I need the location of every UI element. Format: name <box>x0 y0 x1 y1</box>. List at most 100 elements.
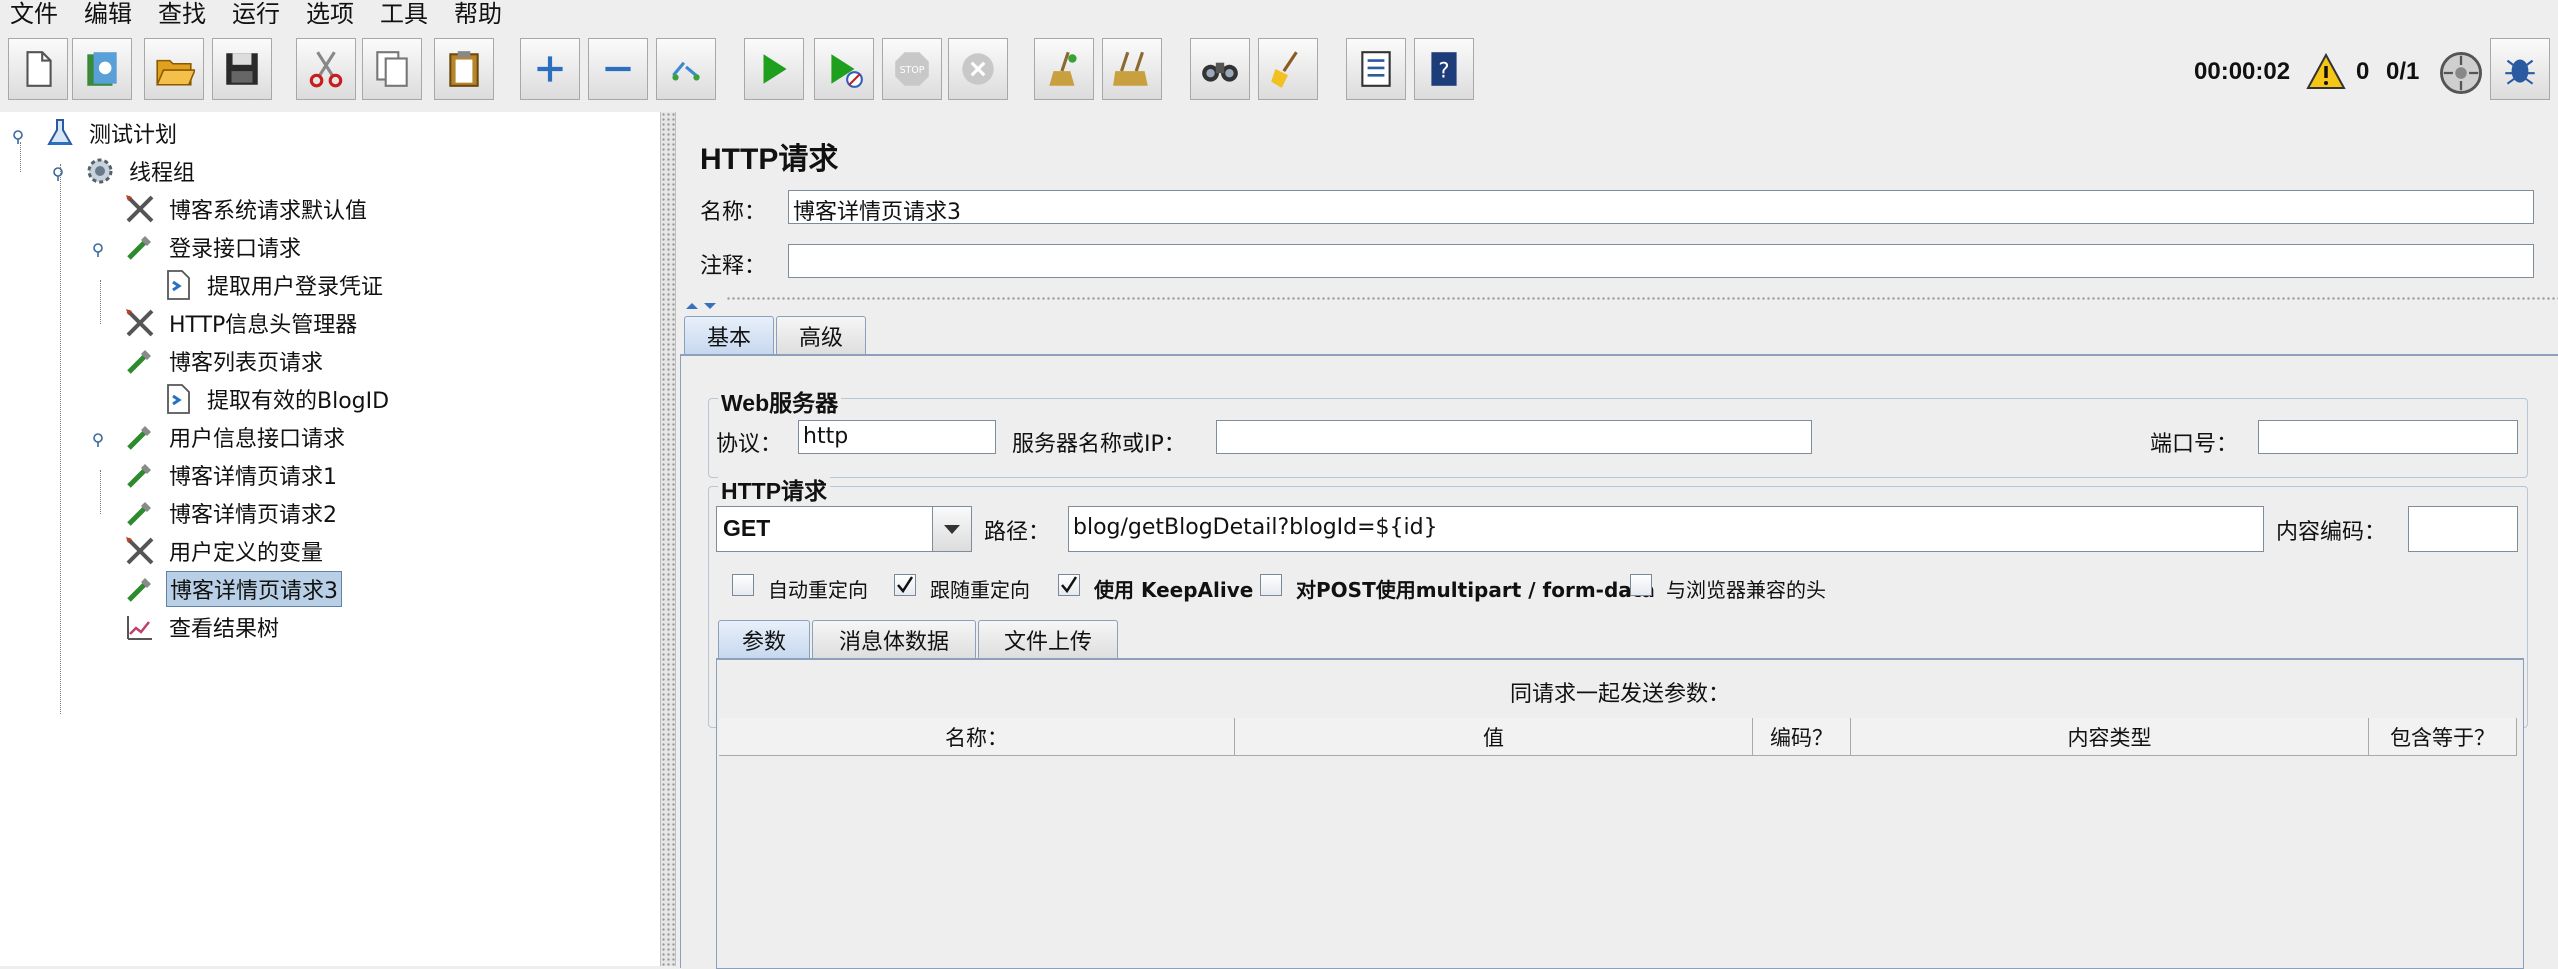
http-sampler-icon <box>122 420 158 454</box>
tree-item-label: HTTP信息头管理器 <box>169 313 358 338</box>
start-button[interactable] <box>744 38 804 100</box>
warning-icon[interactable] <box>2306 52 2346 92</box>
open-icon <box>156 59 195 86</box>
start-no-pause-button[interactable] <box>814 38 874 100</box>
open-button[interactable] <box>144 38 204 100</box>
tree-expander[interactable] <box>93 238 107 257</box>
tree-item-label: 登录接口请求 <box>169 237 302 262</box>
tree-item-header-manager[interactable]: HTTP信息头管理器 <box>122 306 360 340</box>
tree-expander[interactable] <box>53 162 67 181</box>
tree-item-test-plan[interactable]: 测试计划 <box>42 116 180 150</box>
tree-expander[interactable] <box>13 125 27 144</box>
copy-icon <box>376 51 408 87</box>
auto-redirect-label: 自动重定向 <box>768 578 868 602</box>
follow-redirect-checkbox[interactable] <box>894 574 916 596</box>
tree-item-label-selected: 博客详情页请求3 <box>166 571 342 607</box>
params-caption: 同请求一起发送参数： <box>1509 682 1730 707</box>
tree-item-login-request[interactable]: 登录接口请求 <box>122 230 304 264</box>
toggle-button[interactable] <box>656 38 716 100</box>
port-label: 端口号： <box>2150 432 2239 457</box>
tab-advanced[interactable]: 高级 <box>776 316 866 354</box>
column-header-name[interactable]: 名称： <box>719 718 1235 756</box>
tree-item-label: 博客详情页请求2 <box>169 503 337 528</box>
tree-item-user-info-request[interactable]: 用户信息接口请求 <box>122 420 348 454</box>
tree-item-extract-credential[interactable]: 提取用户登录凭证 <box>160 268 386 302</box>
tree-item-label: 提取有效的BlogID <box>207 389 390 414</box>
tree-item-user-variables[interactable]: 用户定义的变量 <box>122 534 326 568</box>
save-button[interactable] <box>212 38 272 100</box>
reset-search-button[interactable] <box>1258 38 1318 100</box>
multipart-label: 对POST使用multipart / form-data <box>1296 578 1655 602</box>
tree-item-defaults[interactable]: 博客系统请求默认值 <box>122 192 370 226</box>
shutdown-button[interactable] <box>948 38 1008 100</box>
multipart-checkbox[interactable] <box>1260 574 1282 596</box>
paste-button[interactable] <box>434 38 494 100</box>
tab-parameters[interactable]: 参数 <box>718 620 810 658</box>
web-server-title: Web服务器 <box>718 384 842 418</box>
collapse-arrow-icon[interactable] <box>684 292 724 317</box>
expand-button[interactable] <box>520 38 580 100</box>
keepalive-checkbox[interactable] <box>1058 574 1080 596</box>
start-icon <box>763 54 787 84</box>
column-header-value[interactable]: 值 <box>1235 718 1753 756</box>
auto-redirect-checkbox[interactable] <box>732 574 754 596</box>
log-viewer-button[interactable] <box>2490 38 2550 100</box>
tab-body-data[interactable]: 消息体数据 <box>812 620 976 658</box>
new-button[interactable] <box>8 38 68 100</box>
column-header-encode[interactable]: 编码？ <box>1753 718 1851 756</box>
cut-button[interactable] <box>296 38 356 100</box>
tree-item-blog-detail-1[interactable]: 博客详情页请求1 <box>122 458 340 492</box>
tree-item-thread-group[interactable]: 线程组 <box>82 154 198 188</box>
test-plan-icon <box>42 116 78 150</box>
split-pane-divider[interactable] <box>661 112 676 966</box>
tree-connector <box>100 280 101 324</box>
check-icon <box>897 576 914 594</box>
search-icon <box>1202 62 1238 82</box>
name-field[interactable]: 博客详情页请求3 <box>788 190 2534 224</box>
config-element-icon <box>122 306 158 340</box>
column-header-include-equals[interactable]: 包含等于？ <box>2369 718 2517 756</box>
server-field[interactable] <box>1216 420 1812 454</box>
browser-headers-checkbox[interactable] <box>1630 574 1652 596</box>
thread-group-icon <box>82 154 118 188</box>
search-button[interactable] <box>1190 38 1250 100</box>
column-header-content-type[interactable]: 内容类型 <box>1851 718 2369 756</box>
protocol-field[interactable]: http <box>798 420 996 454</box>
comment-field[interactable] <box>788 244 2534 278</box>
clear-button[interactable] <box>1034 38 1094 100</box>
cut-icon <box>309 51 343 88</box>
tree-item-label: 博客列表页请求 <box>169 351 324 376</box>
parameters-panel: 同请求一起发送参数： 名称： 值 编码？ 内容类型 包含等于？ <box>716 658 2524 969</box>
tree-item-result-tree[interactable]: 查看结果树 <box>122 610 282 644</box>
menu-bar: 文件 编辑 查找 运行 选项 工具 帮助 <box>0 0 2558 28</box>
method-select[interactable]: GET <box>716 506 972 552</box>
active-threads: 0/1 <box>2386 58 2420 85</box>
port-field[interactable] <box>2258 420 2518 454</box>
encoding-field[interactable] <box>2408 506 2518 552</box>
tree-item-blog-list-request[interactable]: 博客列表页请求 <box>122 344 326 378</box>
collapse-icon <box>605 66 631 72</box>
tree-item-label: 用户信息接口请求 <box>169 427 346 452</box>
http-sampler-icon <box>122 230 158 264</box>
tree-item-blog-detail-2[interactable]: 博客详情页请求2 <box>122 496 340 530</box>
help-button[interactable]: ? <box>1414 38 1474 100</box>
tree-item-blog-detail-3[interactable]: 博客详情页请求3 <box>122 571 342 607</box>
encoding-label: 内容编码： <box>2276 520 2387 545</box>
path-field[interactable]: blog/getBlogDetail?blogId=${id} <box>1068 506 2264 552</box>
tab-basic[interactable]: 基本 <box>684 316 774 354</box>
status-indicator-icon <box>2438 50 2484 96</box>
parameters-table[interactable]: 名称： 值 编码？ 内容类型 包含等于？ <box>719 718 2519 966</box>
tree-item-label: 博客系统请求默认值 <box>169 199 368 224</box>
clear-all-button[interactable] <box>1102 38 1162 100</box>
chevron-down-icon[interactable] <box>932 507 971 551</box>
stop-button[interactable]: STOP <box>882 38 942 100</box>
tree-item-extract-blogid[interactable]: 提取有效的BlogID <box>160 382 392 416</box>
tab-file-upload[interactable]: 文件上传 <box>978 620 1118 658</box>
tree-expander[interactable] <box>93 428 107 447</box>
templates-button[interactable] <box>72 38 132 100</box>
panel-divider[interactable] <box>726 296 2558 302</box>
collapse-button[interactable] <box>588 38 648 100</box>
function-helper-button[interactable] <box>1346 38 1406 100</box>
copy-button[interactable] <box>362 38 422 100</box>
stop-icon: STOP <box>895 52 929 86</box>
